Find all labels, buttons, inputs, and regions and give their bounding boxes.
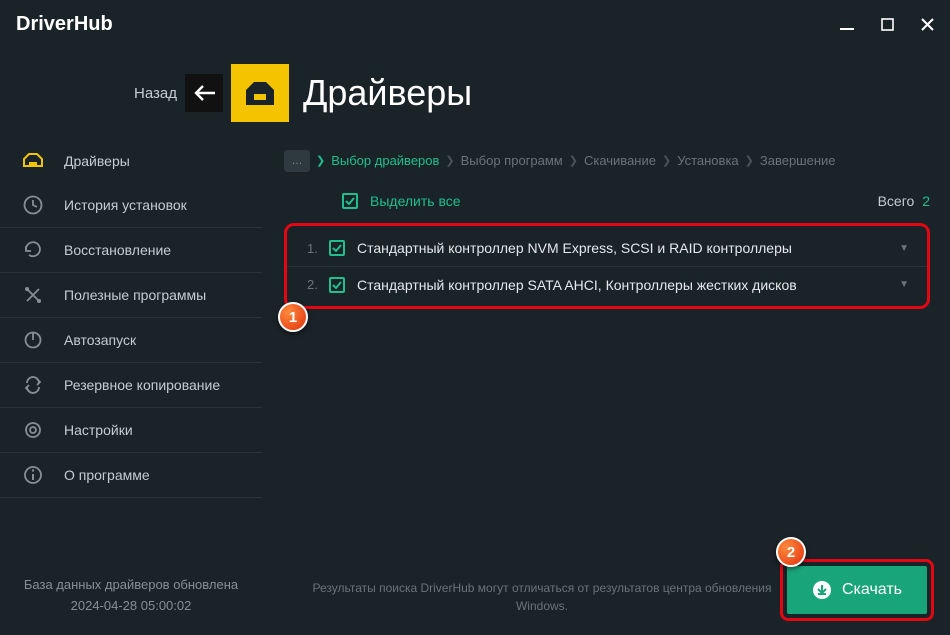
- breadcrumb: … ❯ Выбор драйверов ❯ Выбор программ ❯ С…: [284, 138, 930, 183]
- app-logo: DriverHub: [16, 13, 113, 36]
- breadcrumb-more[interactable]: …: [284, 150, 310, 172]
- tools-icon: [22, 284, 44, 306]
- sidebar-item-utilities[interactable]: Полезные программы: [0, 273, 262, 318]
- chevron-right-icon: ❯: [745, 154, 754, 167]
- chevron-right-icon: ❯: [316, 154, 325, 167]
- driver-name: Стандартный контроллер NVM Express, SCSI…: [357, 240, 792, 256]
- arrow-left-icon: [193, 84, 215, 102]
- total-count: 2: [922, 193, 930, 209]
- driver-row[interactable]: 2. Стандартный контроллер SATA AHCI, Кон…: [287, 266, 927, 302]
- sidebar-footer: База данных драйверов обновлена 2024-04-…: [0, 557, 262, 635]
- gear-icon: [22, 419, 44, 441]
- sidebar-item-label: Полезные программы: [64, 287, 206, 303]
- select-all-label[interactable]: Выделить все: [370, 193, 461, 209]
- download-highlight: Скачать: [780, 559, 934, 621]
- sidebar-item-about[interactable]: О программе: [0, 453, 262, 498]
- annotation-callout-2: 2: [776, 537, 806, 567]
- download-button[interactable]: Скачать: [787, 566, 927, 614]
- total-text: Всего: [878, 193, 915, 209]
- breadcrumb-step[interactable]: Выбор программ: [461, 153, 563, 168]
- inbox-icon: [22, 150, 44, 172]
- breadcrumb-step[interactable]: Завершение: [760, 153, 836, 168]
- chevron-down-icon[interactable]: ▼: [899, 243, 909, 254]
- driver-checkbox[interactable]: [329, 277, 345, 293]
- sidebar-item-history[interactable]: История установок: [0, 183, 262, 228]
- chevron-down-icon[interactable]: ▼: [899, 279, 909, 290]
- sidebar-item-label: Резервное копирование: [64, 377, 220, 393]
- sidebar-item-label: Настройки: [64, 422, 133, 438]
- sync-icon: [22, 374, 44, 396]
- sidebar: Драйверы История установок Восстановлени…: [0, 138, 262, 635]
- sidebar-item-autostart[interactable]: Автозапуск: [0, 318, 262, 363]
- breadcrumb-step[interactable]: Скачивание: [584, 153, 656, 168]
- sidebar-item-settings[interactable]: Настройки: [0, 408, 262, 453]
- driver-number: 2.: [307, 277, 329, 292]
- annotation-callout-1: 1: [278, 302, 308, 332]
- sidebar-item-label: Автозапуск: [64, 332, 136, 348]
- restore-icon: [22, 239, 44, 261]
- select-all-row: Выделить все Всего 2: [284, 183, 930, 219]
- info-icon: [22, 464, 44, 486]
- driver-checkbox[interactable]: [329, 240, 345, 256]
- sidebar-item-label: О программе: [64, 467, 150, 483]
- breadcrumb-step[interactable]: Выбор драйверов: [331, 153, 439, 168]
- drivers-page-icon: [231, 64, 289, 122]
- minimize-icon[interactable]: [840, 17, 854, 31]
- sidebar-item-label: Драйверы: [64, 153, 130, 169]
- chevron-right-icon: ❯: [569, 154, 578, 167]
- db-update-label: База данных драйверов обновлена: [10, 575, 252, 596]
- driver-row[interactable]: 1. Стандартный контроллер NVM Express, S…: [287, 230, 927, 266]
- back-button[interactable]: [185, 74, 223, 112]
- sidebar-item-label: История установок: [64, 197, 187, 213]
- sidebar-item-drivers[interactable]: Драйверы: [0, 138, 262, 183]
- driver-name: Стандартный контроллер SATA AHCI, Контро…: [357, 277, 797, 293]
- driver-number: 1.: [307, 241, 329, 256]
- sidebar-item-backup[interactable]: Резервное копирование: [0, 363, 262, 408]
- page-title: Драйверы: [303, 72, 472, 114]
- window-controls: [840, 17, 934, 31]
- chevron-right-icon: ❯: [445, 154, 454, 167]
- page-header: Назад Драйверы: [0, 48, 950, 138]
- select-all-checkbox[interactable]: [342, 193, 358, 209]
- back-label[interactable]: Назад: [134, 85, 177, 102]
- drivers-list-highlight: 1. Стандартный контроллер NVM Express, S…: [284, 223, 930, 309]
- total-label: Всего 2: [878, 193, 930, 209]
- sidebar-item-label: Восстановление: [64, 242, 171, 258]
- download-icon: [812, 580, 832, 600]
- db-update-date: 2024-04-28 05:00:02: [10, 596, 252, 617]
- close-icon[interactable]: [920, 17, 934, 31]
- maximize-icon[interactable]: [880, 17, 894, 31]
- breadcrumb-step[interactable]: Установка: [677, 153, 738, 168]
- clock-icon: [22, 194, 44, 216]
- sidebar-item-restore[interactable]: Восстановление: [0, 228, 262, 273]
- chevron-right-icon: ❯: [662, 154, 671, 167]
- titlebar: DriverHub: [0, 0, 950, 48]
- power-icon: [22, 329, 44, 351]
- download-label: Скачать: [842, 581, 902, 599]
